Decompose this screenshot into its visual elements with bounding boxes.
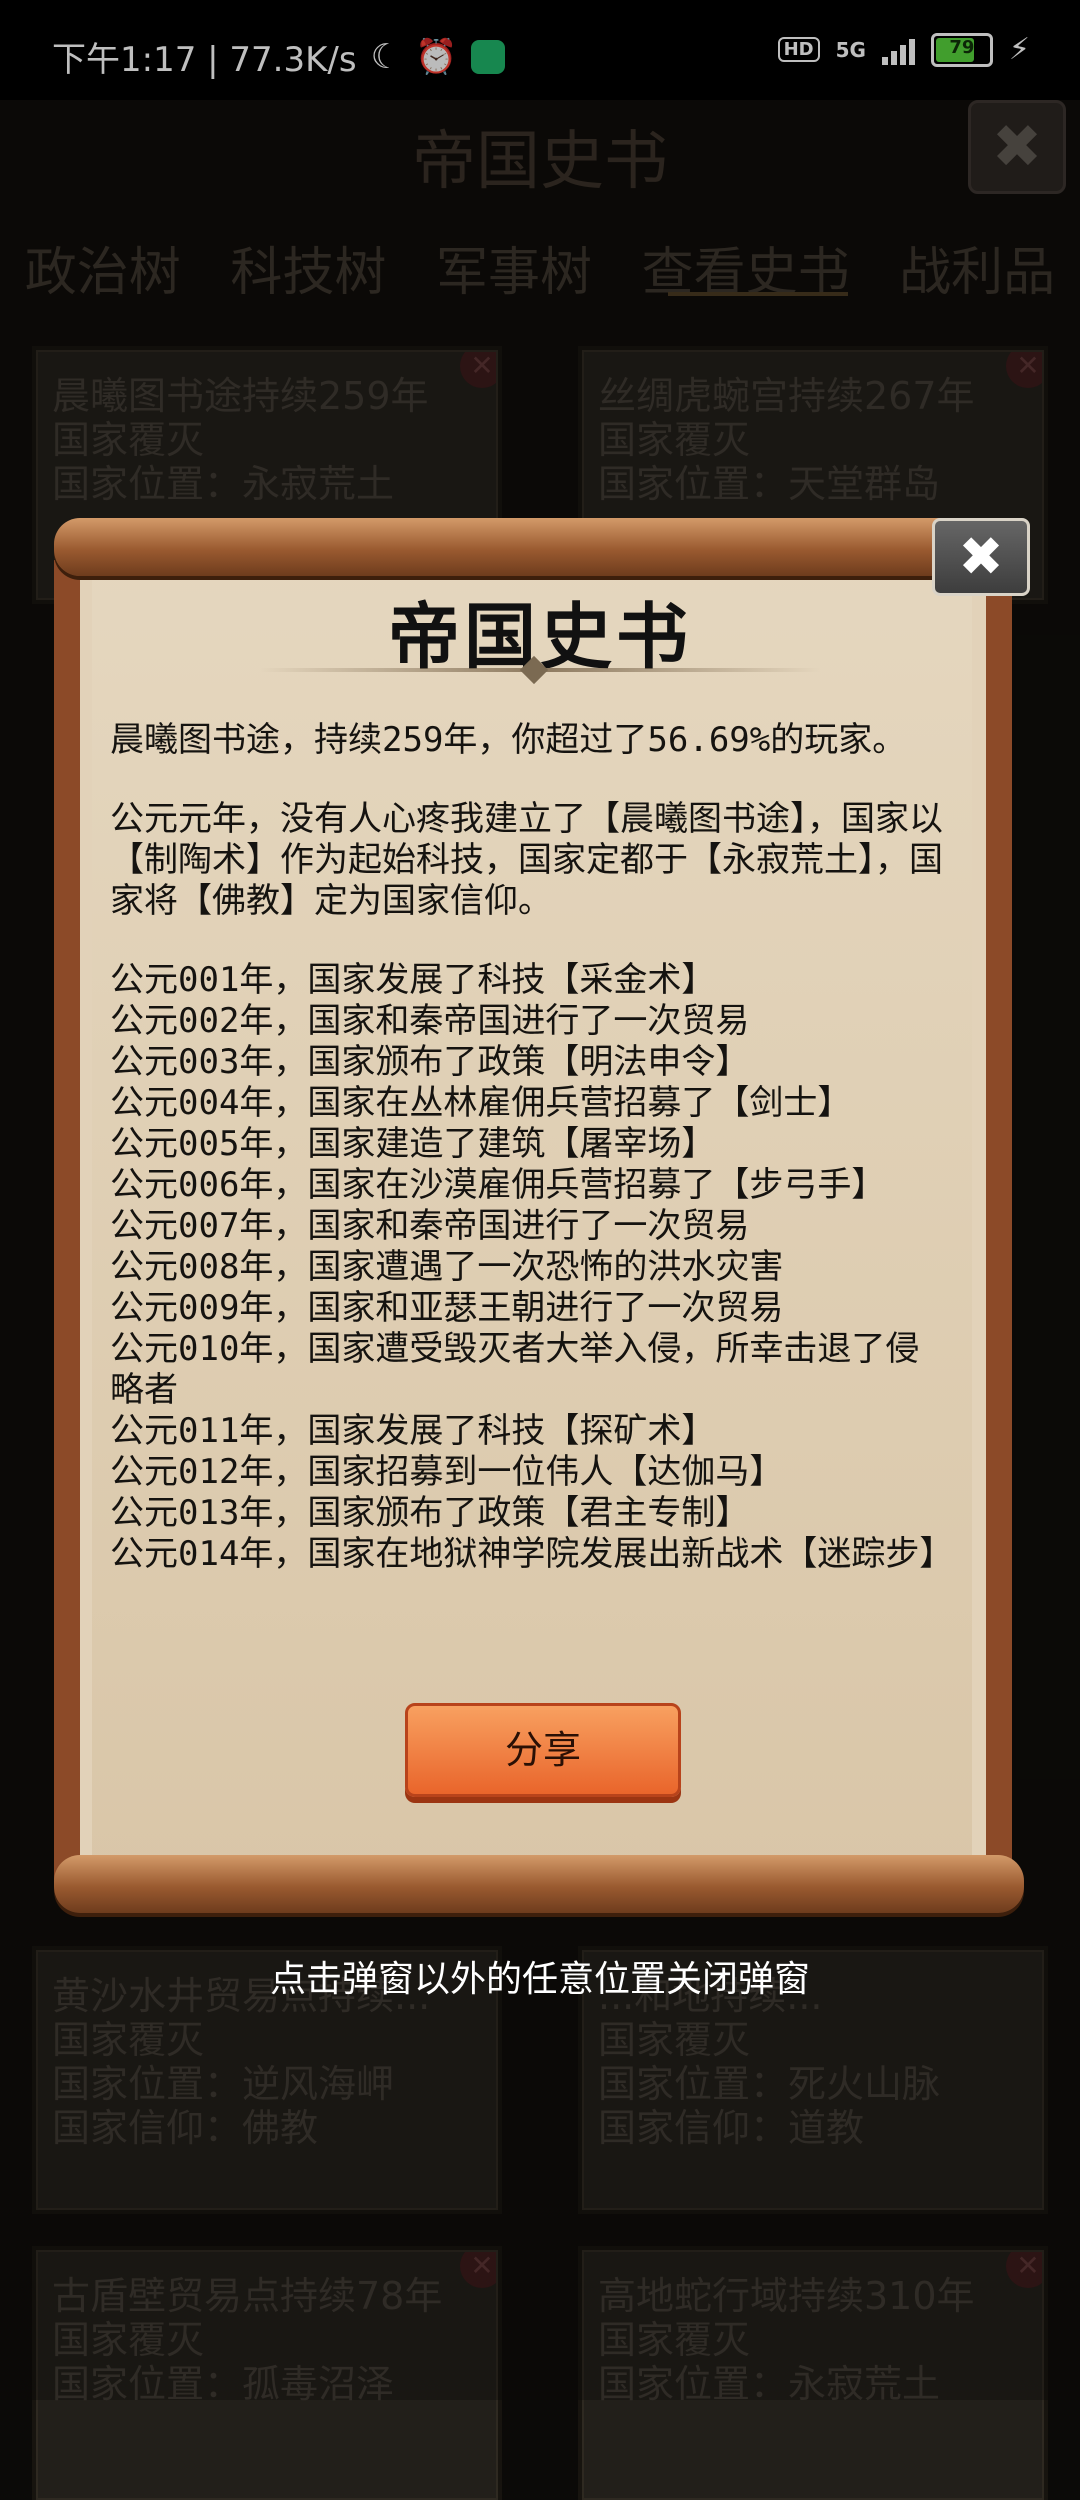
- history-event: 公元005年，国家建造了建筑【屠宰场】: [110, 1124, 716, 1164]
- scroll-top-rod: [54, 518, 1024, 576]
- history-event: 公元008年，国家遭遇了一次恐怖的洪水灾害: [110, 1247, 784, 1287]
- close-icon[interactable]: ✖: [932, 518, 1030, 596]
- history-summary: 晨曦图书途，持续259年，你超过了56.69%的玩家。: [110, 720, 907, 760]
- history-event: 公元009年，国家和亚瑟王朝进行了一次贸易: [110, 1288, 784, 1328]
- history-event: 公元007年，国家和秦帝国进行了一次贸易: [110, 1206, 750, 1246]
- history-event: 公元001年，国家发展了科技【采金术】: [110, 960, 716, 1000]
- history-event: 公元003年，国家颁布了政策【明法申令】: [110, 1042, 750, 1082]
- history-event: 公元004年，国家在丛林雇佣兵营招募了【剑士】: [110, 1083, 852, 1123]
- history-event: 公元014年，国家在地狱神学院发展出新战术【迷踪步】: [110, 1534, 950, 1574]
- history-event: 公元002年，国家和秦帝国进行了一次贸易: [110, 1001, 750, 1041]
- history-text-scroll[interactable]: 晨曦图书途，持续259年，你超过了56.69%的玩家。 公元元年，没有人心疼我建…: [110, 720, 950, 1675]
- history-event: 公元012年，国家招募到一位伟人【达伽马】: [110, 1452, 784, 1492]
- share-button[interactable]: 分享: [405, 1703, 681, 1797]
- history-founding: 公元元年，没有人心疼我建立了【晨曦图书途】，国家以【制陶术】作为起始科技，国家定…: [110, 799, 943, 921]
- history-event: 公元006年，国家在沙漠雇佣兵营招募了【步弓手】: [110, 1165, 886, 1205]
- history-event: 公元013年，国家颁布了政策【君主专制】: [110, 1493, 750, 1533]
- history-event: 公元010年，国家遭受毁灭者大举入侵，所幸击退了侵略者: [110, 1329, 920, 1410]
- scroll-bottom-rod: [54, 1855, 1024, 1913]
- close-hint: 点击弹窗以外的任意位置关闭弹窗: [269, 1959, 810, 2000]
- history-event: 公元011年，国家发展了科技【探矿术】: [110, 1411, 716, 1451]
